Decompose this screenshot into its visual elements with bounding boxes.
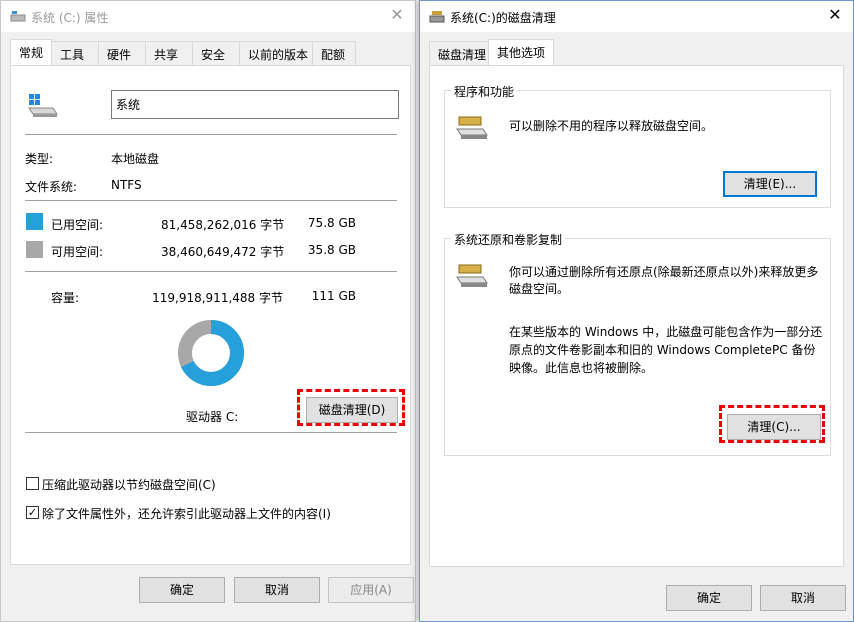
tab-strip: 常规 工具 硬件 共享 安全 以前的版本 配额 bbox=[10, 39, 357, 65]
type-value: 本地磁盘 bbox=[111, 152, 160, 166]
tab-sharing[interactable]: 共享 bbox=[145, 41, 194, 65]
index-label: 除了文件属性外，还允许索引此驱动器上文件的内容(I) bbox=[42, 507, 331, 521]
tab-previous-versions[interactable]: 以前的版本 bbox=[239, 41, 314, 65]
window-title: 系统(C:)的磁盘清理 bbox=[450, 11, 556, 25]
capacity-gb: 111 GB bbox=[311, 289, 356, 303]
restore-description-line1: 你可以通过删除所有还原点(除最新还原点以外)来释放更多 bbox=[509, 265, 819, 279]
tab-hardware[interactable]: 硬件 bbox=[98, 41, 147, 65]
apply-button[interactable]: 应用(A) bbox=[328, 577, 414, 603]
ok-button[interactable]: 确定 bbox=[666, 585, 752, 611]
more-options-panel: 程序和功能 可以删除不用的程序以释放磁盘空间。 清理(E)... 系统还原和卷影… bbox=[429, 65, 844, 567]
windows-drive-icon bbox=[28, 94, 58, 117]
restore-note-line2: 原点的文件卷影副本和旧的 Windows CompletePC 备份 bbox=[509, 343, 816, 357]
tab-disk-cleanup[interactable]: 磁盘清理 bbox=[429, 41, 489, 65]
restore-note-line3: 映像。此信息也将被删除。 bbox=[509, 361, 654, 375]
type-label: 类型: bbox=[25, 152, 54, 166]
drive-name-input[interactable]: 系统 bbox=[111, 90, 399, 119]
free-space-swatch bbox=[26, 241, 43, 258]
tab-more-options[interactable]: 其他选项 bbox=[488, 39, 554, 65]
title-bar: 系统 (C:) 属性 ✕ bbox=[1, 1, 415, 32]
tab-tools[interactable]: 工具 bbox=[51, 41, 100, 65]
tab-strip: 磁盘清理 其他选项 bbox=[429, 39, 554, 65]
cancel-button[interactable]: 取消 bbox=[760, 585, 846, 611]
filesystem-label: 文件系统: bbox=[25, 180, 78, 194]
free-space-gb: 35.8 GB bbox=[307, 243, 356, 257]
programs-group-title: 程序和功能 bbox=[451, 83, 518, 100]
close-button[interactable]: ✕ bbox=[387, 5, 407, 25]
filesystem-value: NTFS bbox=[111, 178, 142, 192]
drive-letter-label: 驱动器 C: bbox=[186, 410, 239, 424]
title-bar: 系统(C:)的磁盘清理 ✕ bbox=[420, 1, 853, 32]
free-space-bytes: 38,460,649,472 字节 bbox=[161, 245, 285, 259]
cancel-button[interactable]: 取消 bbox=[234, 577, 320, 603]
used-space-label: 已用空间: bbox=[51, 218, 104, 232]
restore-group-title: 系统还原和卷影复制 bbox=[451, 231, 566, 248]
tab-security[interactable]: 安全 bbox=[192, 41, 241, 65]
compress-label: 压缩此驱动器以节约磁盘空间(C) bbox=[42, 478, 216, 492]
tab-quota[interactable]: 配额 bbox=[312, 41, 357, 65]
drive-name-value: 系统 bbox=[116, 98, 141, 112]
programs-cleanup-button[interactable]: 清理(E)... bbox=[723, 171, 817, 197]
disk-cleanup-icon bbox=[456, 264, 488, 287]
divider bbox=[25, 134, 397, 135]
disk-cleanup-window: 系统(C:)的磁盘清理 ✕ 磁盘清理 其他选项 程序和功能 可以删除不用的程序以… bbox=[419, 0, 854, 622]
programs-description: 可以删除不用的程序以释放磁盘空间。 bbox=[509, 119, 714, 133]
programs-group: 程序和功能 可以删除不用的程序以释放磁盘空间。 清理(E)... bbox=[444, 83, 831, 208]
highlight-box bbox=[719, 405, 825, 443]
capacity-label: 容量: bbox=[51, 291, 80, 305]
tab-general[interactable]: 常规 bbox=[10, 39, 53, 65]
divider bbox=[25, 271, 397, 272]
capacity-bytes: 119,918,911,488 字节 bbox=[152, 291, 283, 305]
close-button[interactable]: ✕ bbox=[825, 5, 845, 25]
highlight-box bbox=[297, 389, 405, 426]
restore-note-line1: 在某些版本的 Windows 中，此磁盘可能包含作为一部分还 bbox=[509, 325, 823, 339]
used-space-swatch bbox=[26, 213, 43, 230]
system-restore-group: 系统还原和卷影复制 你可以通过删除所有还原点(除最新还原点以外)来释放更多 磁盘… bbox=[444, 231, 831, 456]
drive-icon bbox=[10, 11, 26, 22]
disk-cleanup-icon bbox=[429, 11, 445, 23]
free-space-label: 可用空间: bbox=[51, 245, 104, 259]
used-space-bytes: 81,458,262,016 字节 bbox=[161, 218, 285, 232]
ok-button[interactable]: 确定 bbox=[139, 577, 225, 603]
compress-checkbox[interactable] bbox=[26, 477, 39, 490]
drive-properties-window: 系统 (C:) 属性 ✕ 常规 工具 硬件 共享 安全 以前的版本 配额 系统 … bbox=[0, 0, 416, 622]
divider bbox=[25, 432, 397, 433]
restore-description-line2: 磁盘空间。 bbox=[509, 282, 570, 296]
disk-usage-donut bbox=[178, 320, 244, 386]
disk-cleanup-icon bbox=[456, 116, 488, 139]
general-tab-panel: 系统 类型: 本地磁盘 文件系统: NTFS 已用空间: 81,458,262,… bbox=[10, 65, 411, 565]
divider bbox=[25, 200, 397, 201]
used-space-gb: 75.8 GB bbox=[307, 216, 356, 230]
window-title: 系统 (C:) 属性 bbox=[31, 11, 109, 25]
index-checkbox[interactable]: ✓ bbox=[26, 506, 39, 519]
